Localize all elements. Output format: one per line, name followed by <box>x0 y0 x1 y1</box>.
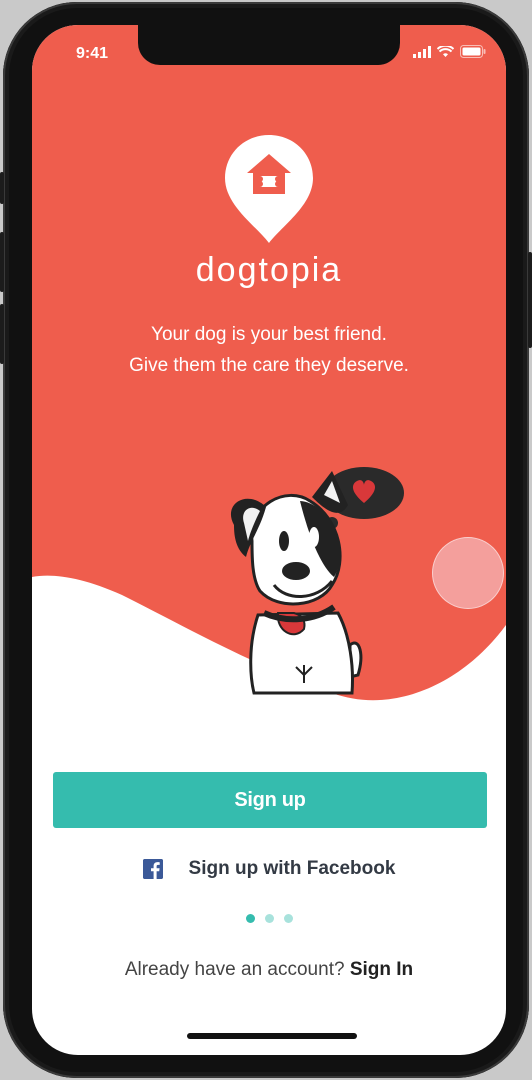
signin-link[interactable]: Sign In <box>350 959 413 980</box>
volume-down-button <box>0 304 4 364</box>
signal-icon <box>413 45 431 58</box>
doghouse-pin-logo <box>225 135 313 243</box>
facebook-icon <box>142 859 163 879</box>
page-dot-2[interactable] <box>264 914 274 923</box>
app-screen: 9:41 dogtopia Your dog is your best frie… <box>32 25 506 1055</box>
tagline: Your dog is your best friend. Give them … <box>32 319 506 381</box>
signup-button[interactable]: Sign up <box>53 772 487 828</box>
wifi-icon <box>437 45 454 57</box>
status-bar: 9:41 <box>32 25 506 69</box>
mute-switch <box>0 172 4 204</box>
volume-up-button <box>0 232 4 292</box>
page-indicator <box>32 914 506 923</box>
page-dot-1[interactable] <box>245 914 255 923</box>
home-indicator[interactable] <box>187 1033 357 1039</box>
power-button <box>528 252 532 348</box>
status-time: 9:41 <box>76 45 109 62</box>
page-dot-3[interactable] <box>283 914 293 923</box>
status-icons <box>413 45 486 58</box>
facebook-signup-button[interactable]: Sign up with Facebook <box>32 851 506 887</box>
tagline-line-1: Your dog is your best friend. <box>151 324 387 345</box>
battery-icon <box>460 45 486 58</box>
signin-prompt: Already have an account? Sign In <box>32 959 506 981</box>
tagline-line-2: Give them the care they deserve. <box>129 355 409 376</box>
facebook-signup-label: Sign up with Facebook <box>188 858 396 879</box>
brand-name: dogtopia <box>195 251 343 289</box>
phone-frame: 9:41 dogtopia Your dog is your best frie… <box>0 2 532 1078</box>
floating-touch-indicator <box>432 537 504 609</box>
dog-illustration <box>230 467 404 695</box>
signin-prompt-text: Already have an account? <box>124 959 345 980</box>
